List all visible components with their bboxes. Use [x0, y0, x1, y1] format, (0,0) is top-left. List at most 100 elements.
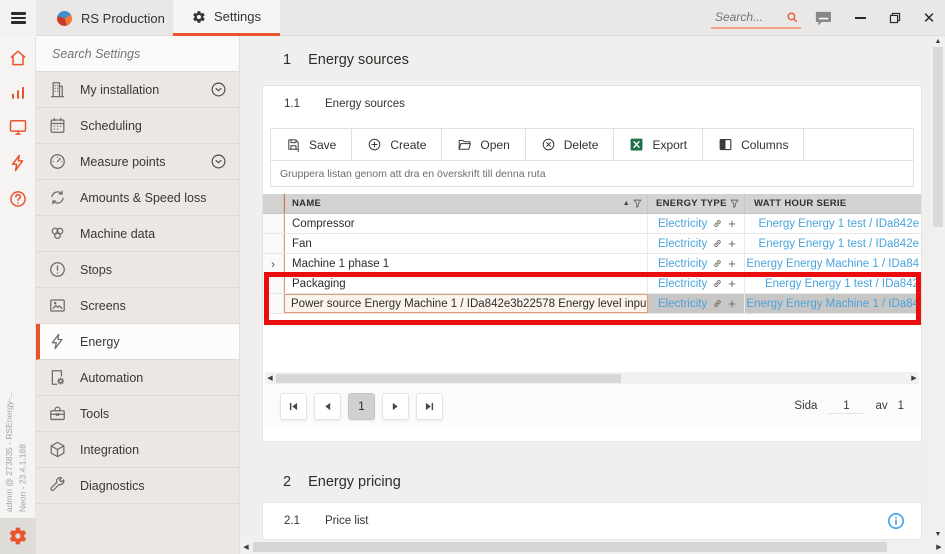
sidebar-item-automation[interactable]: Automation — [36, 360, 239, 396]
row-expander-cell[interactable] — [263, 214, 284, 233]
sidebar-item-scheduling[interactable]: Scheduling — [36, 108, 239, 144]
global-search[interactable] — [711, 7, 801, 29]
cell-energy-type[interactable]: Electricity + — [648, 234, 745, 253]
delete-button[interactable]: Delete — [526, 129, 615, 160]
sidebar-item-my-installation[interactable]: My installation — [36, 72, 239, 108]
hamburger-menu-button[interactable] — [0, 0, 36, 36]
row-expander-cell[interactable]: › — [263, 254, 284, 273]
grid-horizontal-scrollbar[interactable]: ◀ ▶ — [265, 372, 919, 384]
energy-type-link[interactable]: Electricity — [658, 278, 707, 290]
search-icon[interactable] — [786, 11, 799, 24]
minimize-button[interactable] — [845, 0, 875, 36]
open-button[interactable]: Open — [442, 129, 525, 160]
next-page-button[interactable] — [382, 393, 409, 420]
energy-type-link[interactable]: Electricity — [658, 238, 707, 250]
add-icon[interactable]: + — [728, 297, 736, 310]
sidebar-item-diagnostics[interactable]: Diagnostics — [36, 468, 239, 504]
cell-name[interactable]: Packaging — [284, 274, 648, 293]
table-row[interactable]: › Machine 1 phase 1 Electricity + Energy… — [263, 254, 921, 274]
brand-tab[interactable]: RS Production — [36, 0, 173, 36]
table-row[interactable]: Compressor Electricity + Energy Energy 1… — [263, 214, 921, 234]
last-page-button[interactable] — [416, 393, 443, 420]
info-icon[interactable] — [887, 512, 905, 530]
watt-hour-serie-link[interactable]: Energy Energy Machine 1 / IDa84 — [746, 258, 919, 270]
save-button[interactable]: Save — [271, 129, 352, 160]
cell-energy-type[interactable]: Electricity + — [648, 214, 745, 233]
column-header-energy-type[interactable]: ENERGY TYPE — [648, 194, 745, 213]
cell-name[interactable]: Machine 1 phase 1 — [284, 254, 648, 273]
add-icon[interactable]: + — [728, 217, 736, 230]
sidebar-item-measure-points[interactable]: Measure points — [36, 144, 239, 180]
sidebar-item-tools[interactable]: Tools — [36, 396, 239, 432]
cell-name[interactable]: Power source Energy Machine 1 / IDa842e3… — [284, 294, 648, 313]
add-icon[interactable]: + — [728, 237, 736, 250]
sidebar-item-amounts-speed-loss[interactable]: Amounts & Speed loss — [36, 180, 239, 216]
link-chain-icon[interactable] — [712, 298, 723, 309]
sort-ascending-icon[interactable]: ▲ — [623, 194, 630, 213]
scroll-left-arrow-icon[interactable]: ◀ — [265, 372, 275, 384]
row-expander-cell[interactable] — [263, 274, 284, 293]
scroll-down-arrow-icon[interactable]: ▼ — [931, 529, 945, 540]
cell-watt-hour-serie[interactable]: Energy Energy Machine 1 / IDa84 — [745, 254, 921, 273]
cell-name[interactable]: Compressor — [284, 214, 648, 233]
link-chain-icon[interactable] — [712, 258, 723, 269]
energy-type-link[interactable]: Electricity — [658, 258, 707, 270]
sidebar-item-stops[interactable]: Stops — [36, 252, 239, 288]
cell-energy-type[interactable]: Electricity + — [648, 294, 745, 313]
previous-page-button[interactable] — [314, 393, 341, 420]
sidebar-search[interactable] — [36, 36, 239, 72]
home-icon[interactable] — [8, 48, 28, 68]
scroll-right-arrow-icon[interactable]: ▶ — [909, 372, 919, 384]
link-chain-icon[interactable] — [712, 218, 723, 229]
energy-bolt-icon[interactable] — [8, 153, 28, 173]
scroll-right-arrow-icon[interactable]: ▶ — [933, 540, 945, 554]
column-header-watt-hour-serie[interactable]: WATT HOUR SERIE — [745, 194, 921, 213]
link-chain-icon[interactable] — [712, 238, 723, 249]
link-chain-icon[interactable] — [712, 278, 723, 289]
cell-watt-hour-serie[interactable]: Energy Energy 1 test / IDa842 — [745, 274, 921, 293]
cell-watt-hour-serie[interactable]: Energy Energy Machine 1 / IDa84 — [745, 294, 921, 313]
sidebar-search-input[interactable] — [50, 46, 217, 62]
current-page-button[interactable]: 1 — [348, 393, 375, 420]
energy-type-link[interactable]: Electricity — [658, 218, 707, 230]
energy-type-link[interactable]: Electricity — [658, 298, 707, 310]
close-button[interactable]: ✕ — [914, 0, 944, 36]
restore-button[interactable] — [880, 0, 910, 36]
cell-watt-hour-serie[interactable]: Energy Energy 1 test / IDa842e — [745, 214, 921, 233]
watt-hour-serie-link[interactable]: Energy Energy 1 test / IDa842 — [765, 278, 919, 290]
window-horizontal-scrollbar[interactable]: ◀ ▶ — [240, 540, 945, 554]
bar-chart-icon[interactable] — [8, 82, 28, 102]
sidebar-item-screens[interactable]: Screens — [36, 288, 239, 324]
tab-settings[interactable]: Settings — [173, 0, 280, 36]
scrollbar-thumb[interactable] — [276, 374, 621, 383]
chevron-down-circle-icon[interactable] — [210, 81, 227, 98]
watt-hour-serie-link[interactable]: Energy Energy 1 test / IDa842e — [759, 218, 919, 230]
page-number-input[interactable] — [827, 399, 865, 414]
sidebar-item-integration[interactable]: Integration — [36, 432, 239, 468]
watt-hour-serie-link[interactable]: Energy Energy Machine 1 / IDa84 — [746, 298, 919, 310]
first-page-button[interactable] — [280, 393, 307, 420]
table-row[interactable]: Packaging Electricity + Energy Energy 1 … — [263, 274, 921, 294]
cell-watt-hour-serie[interactable]: Energy Energy 1 test / IDa842e — [745, 234, 921, 253]
scrollbar-thumb[interactable] — [253, 542, 887, 552]
filter-icon[interactable] — [730, 199, 739, 208]
table-row[interactable]: Fan Electricity + Energy Energy 1 test /… — [263, 234, 921, 254]
sidebar-item-energy[interactable]: Energy — [36, 324, 239, 360]
column-header-name[interactable]: NAME ▲ — [284, 194, 648, 213]
scroll-up-arrow-icon[interactable]: ▲ — [931, 36, 945, 47]
add-icon[interactable]: + — [728, 277, 736, 290]
row-expander-cell[interactable] — [263, 294, 284, 313]
global-search-input[interactable] — [713, 9, 780, 25]
group-by-drop-zone[interactable]: Gruppera listan genom att dra en överskr… — [270, 161, 914, 187]
add-icon[interactable]: + — [728, 257, 736, 270]
create-button[interactable]: Create — [352, 129, 442, 160]
filter-icon[interactable] — [633, 199, 642, 208]
window-vertical-scrollbar[interactable]: ▲ ▼ — [931, 36, 945, 540]
scrollbar-thumb[interactable] — [933, 47, 943, 227]
table-row[interactable]: Power source Energy Machine 1 / IDa842e3… — [263, 294, 921, 314]
help-icon[interactable] — [8, 189, 28, 209]
feedback-chat-button[interactable] — [808, 0, 838, 36]
scroll-left-arrow-icon[interactable]: ◀ — [240, 540, 252, 554]
cell-energy-type[interactable]: Electricity + — [648, 254, 745, 273]
monitor-icon[interactable] — [8, 117, 28, 137]
